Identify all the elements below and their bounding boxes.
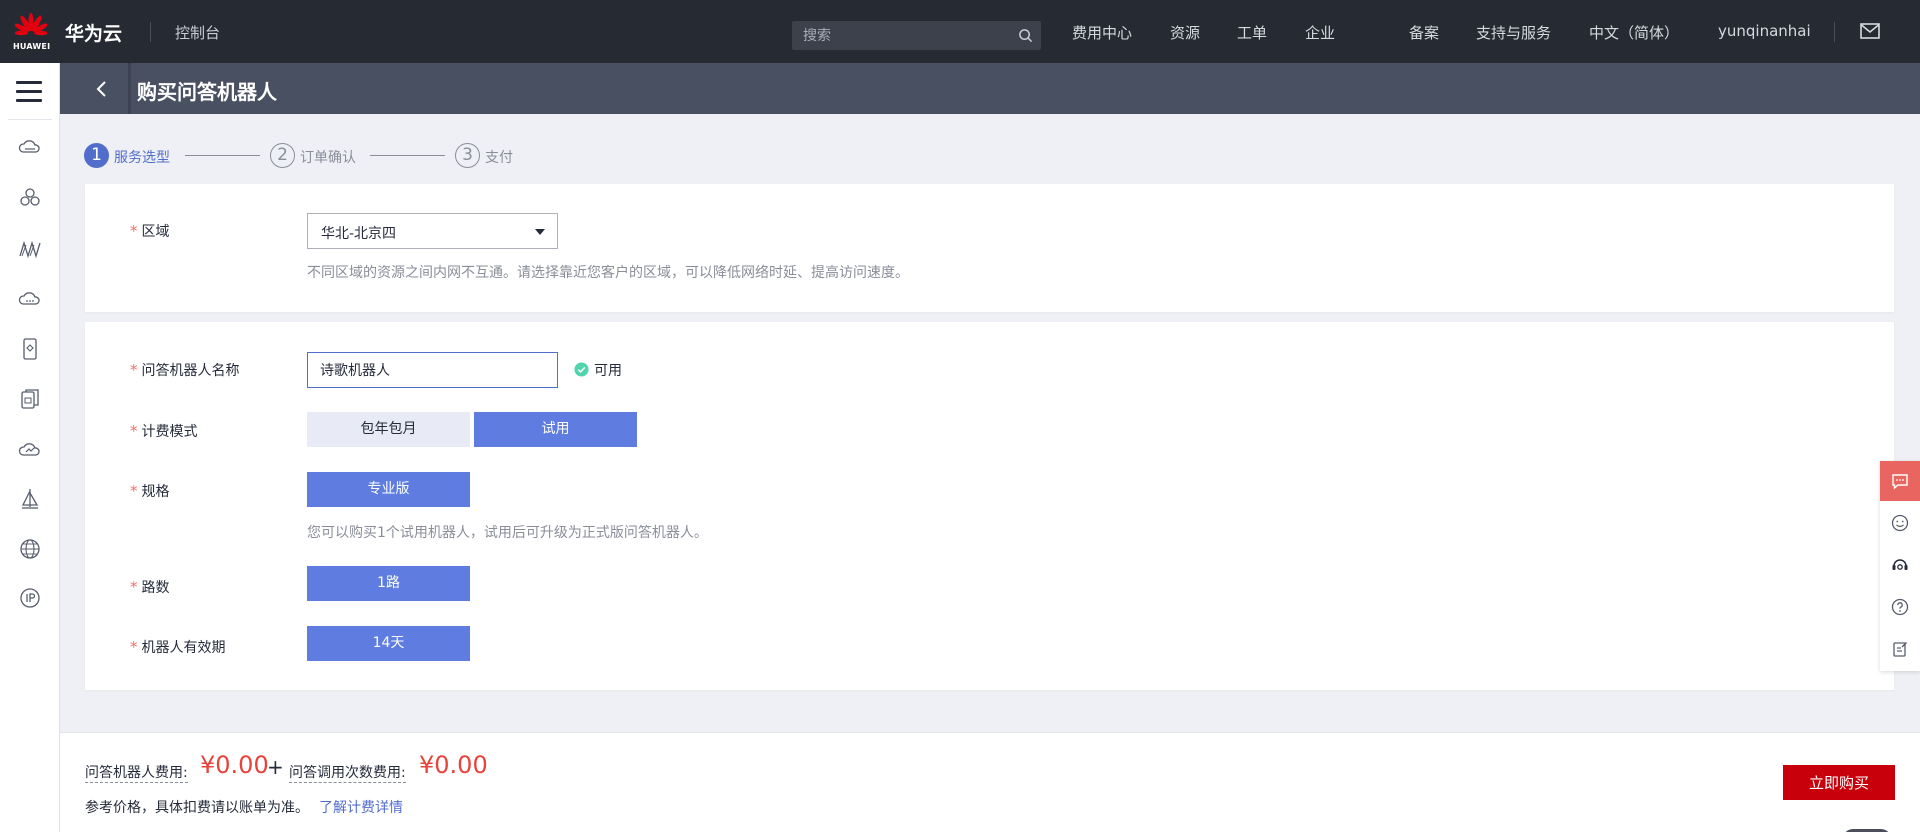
page-title: 购买问答机器人 [137, 80, 277, 104]
robot-name-field [307, 352, 558, 388]
step-connector [370, 155, 445, 156]
smile-icon [1891, 514, 1909, 532]
billing-details-link[interactable]: 了解计费详情 [319, 800, 403, 816]
step-connector [185, 155, 260, 156]
feedback-button[interactable] [1880, 503, 1920, 543]
brand-name[interactable]: 华为云 [65, 19, 122, 46]
huawei-petals-icon [15, 13, 47, 36]
cluster-icon[interactable] [18, 186, 42, 210]
step-2-label: 订单确认 [300, 150, 356, 166]
plus-sign: + [267, 755, 284, 779]
billing-mode-label: * 计费模式 [130, 422, 198, 440]
divider [1834, 22, 1835, 42]
step-3-label: 支付 [485, 150, 513, 166]
robot-fee-label[interactable]: 问答机器人费用: [85, 762, 188, 783]
chat-button[interactable] [1880, 461, 1920, 501]
documents-icon[interactable] [18, 387, 42, 411]
globe-icon[interactable] [18, 537, 42, 561]
network-icon[interactable] [18, 237, 42, 261]
search-input[interactable] [792, 21, 1012, 50]
notes-button[interactable] [1880, 629, 1920, 669]
nav-resources[interactable]: 资源 [1170, 22, 1200, 43]
cloud-server-icon[interactable] [18, 136, 42, 160]
robot-config-card: *问答机器人名称 可用 *计费模式 包年包月 试用 *规格 专业版 您可以购买1… [85, 322, 1894, 690]
elastic-ip-icon[interactable] [18, 586, 42, 610]
top-bar: HUAWEI 华为云 控制台 费用中心 资源 工单 企业 备案 支持与服务 中文… [0, 0, 1920, 63]
channels-option-1[interactable]: 1路 [307, 566, 470, 601]
nav-tickets[interactable]: 工单 [1237, 22, 1267, 43]
channels-label: * 路数 [130, 578, 170, 596]
spec-label: * 规格 [130, 482, 170, 500]
nav-icp-filing[interactable]: 备案 [1409, 22, 1439, 43]
logo-wordmark: HUAWEI [13, 42, 51, 51]
step-1-number: 1 [84, 143, 109, 168]
nav-billing-center[interactable]: 费用中心 [1072, 22, 1132, 43]
check-circle-icon [574, 362, 589, 377]
edit-note-icon [1893, 642, 1907, 657]
region-label: * 区域 [130, 222, 170, 240]
right-float-toolbar [1880, 461, 1920, 671]
nav-user-account[interactable]: yunqinanhai [1718, 22, 1811, 40]
divider [128, 63, 131, 114]
nav-support[interactable]: 支持与服务 [1476, 22, 1551, 43]
step-1-label: 服务选型 [114, 150, 170, 166]
nav-enterprise[interactable]: 企业 [1305, 22, 1335, 43]
question-icon [1891, 598, 1909, 616]
price-footer: 问答机器人费用: ¥0.00 + 问答调用次数费用: ¥0.00 参考价格，具体… [60, 732, 1920, 832]
region-card: * 区域 华北-北京四 不同区域的资源之间内网不互通。请选择靠近您客户的区域，可以… [85, 184, 1894, 312]
call-fee-label[interactable]: 问答调用次数费用: [289, 762, 406, 783]
help-button[interactable] [1880, 587, 1920, 627]
caret-down-icon [535, 229, 545, 235]
cloud-monitor-icon[interactable] [18, 437, 42, 461]
robot-name-label: * 问答机器人名称 [130, 361, 240, 379]
buy-now-button[interactable]: 立即购买 [1783, 765, 1895, 800]
console-link[interactable]: 控制台 [175, 22, 220, 43]
name-availability: 可用 [574, 360, 622, 380]
spec-hint: 您可以购买1个试用机器人，试用后可升级为正式版问答机器人。 [307, 525, 708, 541]
step-3-number: 3 [455, 143, 480, 168]
sailboat-icon[interactable] [18, 487, 42, 511]
spec-option-pro[interactable]: 专业版 [307, 472, 470, 507]
device-icon[interactable] [18, 337, 42, 361]
step-2-number: 2 [270, 143, 295, 168]
billing-option-trial[interactable]: 试用 [474, 412, 637, 447]
region-select[interactable]: 华北-北京四 [307, 213, 558, 249]
search-box [792, 21, 1041, 50]
chat-icon [1892, 474, 1908, 490]
robot-fee-value: ¥0.00 [200, 751, 269, 779]
customer-service-button[interactable] [1880, 545, 1920, 585]
left-sidebar [0, 63, 60, 832]
menu-toggle-icon[interactable] [16, 81, 42, 103]
region-select-value: 华北-北京四 [321, 226, 397, 242]
validity-option-14d[interactable]: 14天 [307, 626, 470, 661]
divider [8, 119, 52, 120]
nav-language[interactable]: 中文（简体） [1589, 22, 1679, 43]
headset-icon [1892, 559, 1908, 570]
divider [150, 22, 151, 42]
mail-icon[interactable] [1860, 23, 1880, 39]
call-fee-value: ¥0.00 [419, 751, 488, 779]
region-hint: 不同区域的资源之间内网不互通。请选择靠近您客户的区域，可以降低网络时延、提高访问… [307, 265, 909, 281]
page-header: 购买问答机器人 [60, 63, 1920, 114]
robot-name-input[interactable] [308, 353, 557, 387]
search-icon[interactable] [1018, 28, 1033, 43]
validity-label: * 机器人有效期 [130, 638, 226, 656]
billing-option-monthly[interactable]: 包年包月 [307, 412, 470, 447]
back-arrow-icon[interactable] [92, 79, 112, 99]
price-note: 参考价格，具体扣费请以账单为准。 了解计费详情 [85, 800, 403, 816]
huawei-logo[interactable]: HUAWEI [13, 11, 51, 53]
cloud-storage-icon[interactable] [18, 287, 42, 311]
